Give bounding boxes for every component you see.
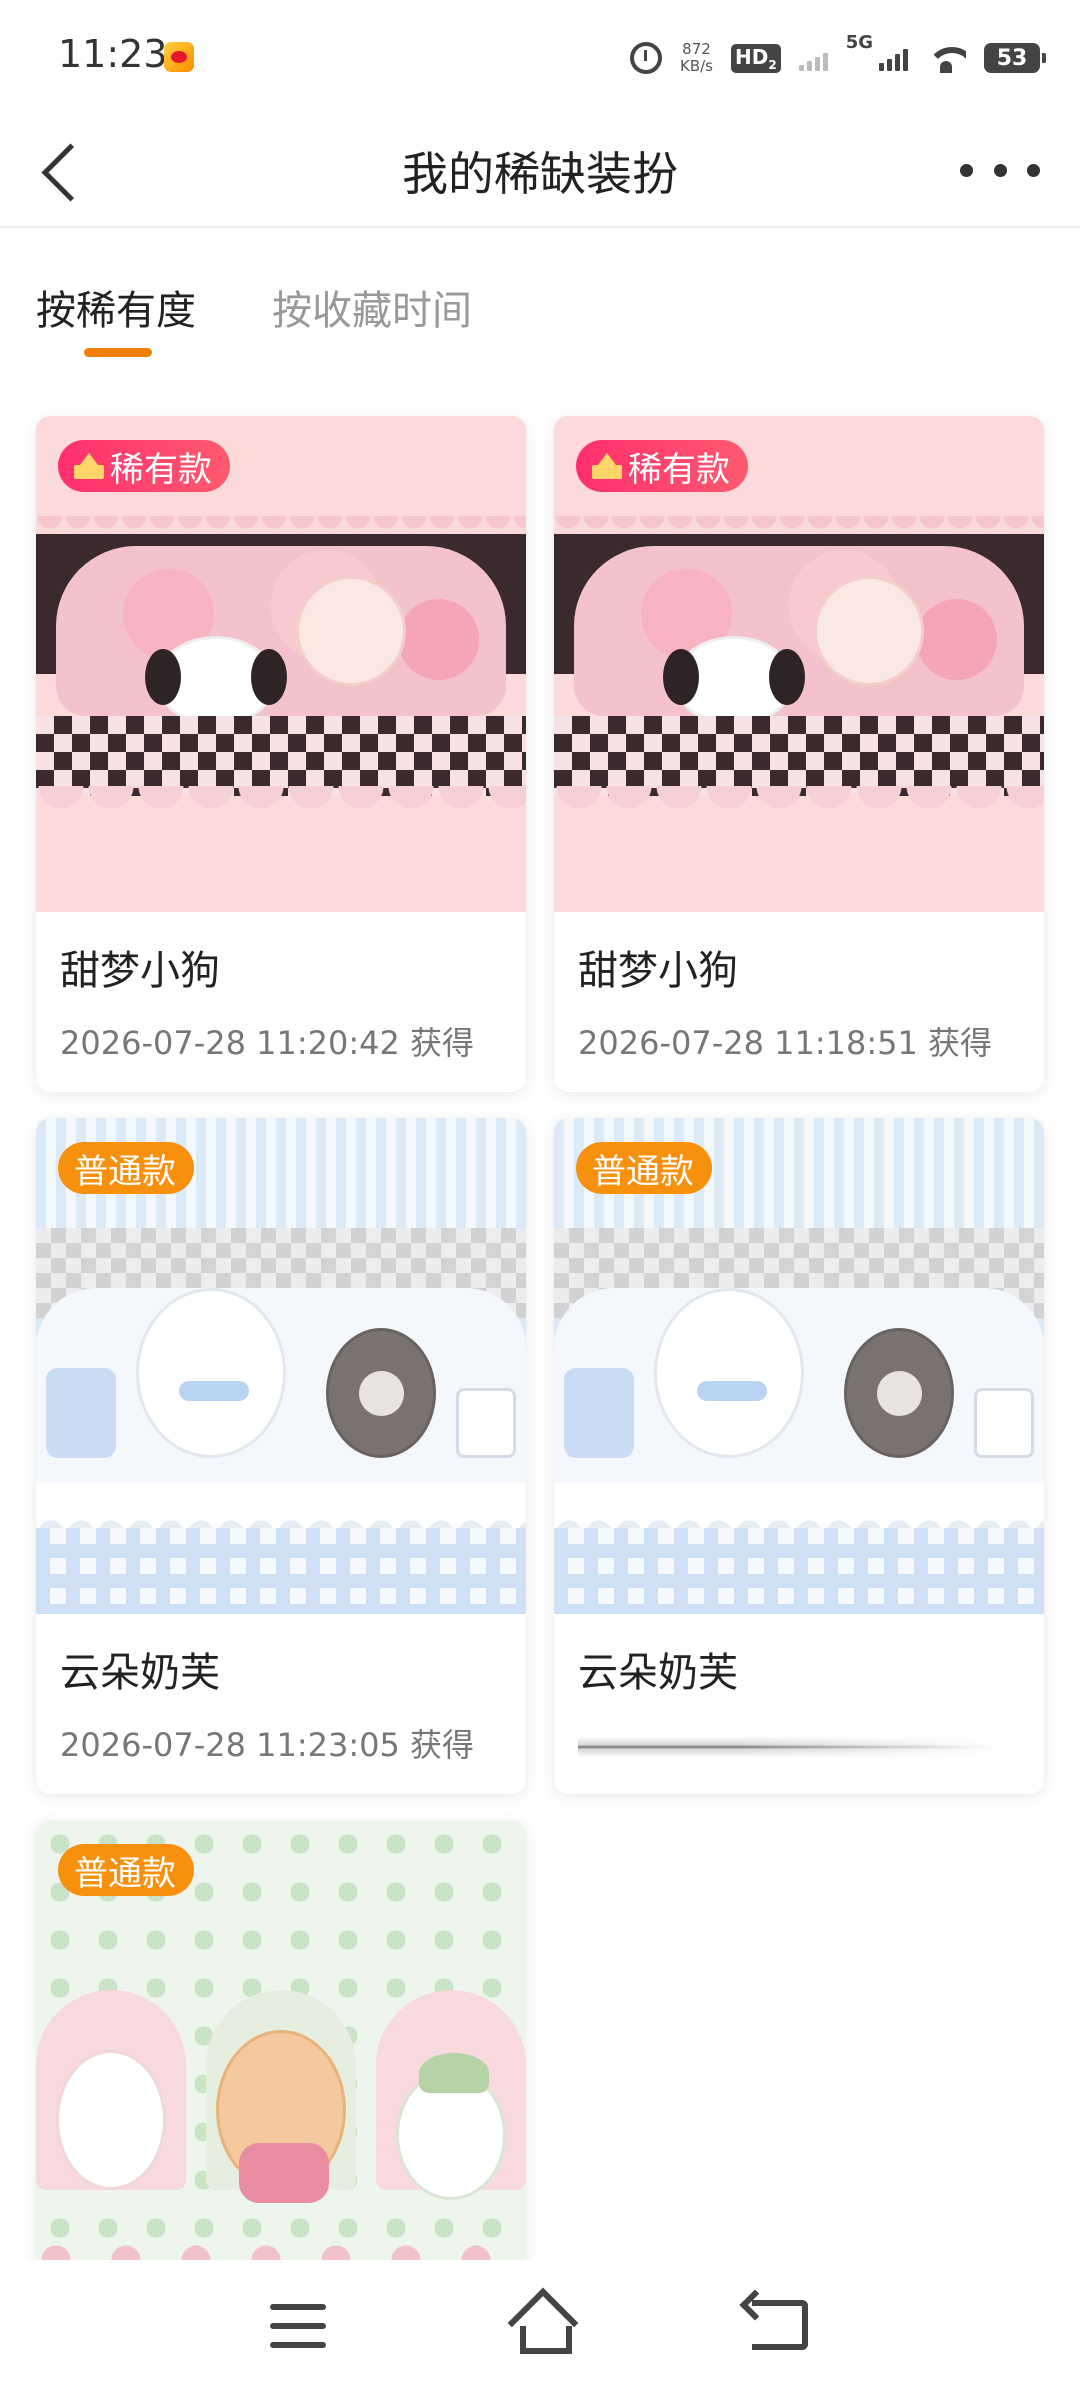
collection-card[interactable]: 稀有款 甜梦小狗 2026-07-28 11:20:42 获得 xyxy=(36,416,526,1092)
rarity-badge: 稀有款 xyxy=(58,440,230,492)
collection-card[interactable]: 普通款 云朵奶芙 xyxy=(554,1118,1044,1794)
home-icon[interactable] xyxy=(508,2292,572,2354)
card-acquired-time: 2026-07-28 11:20:42 获得 xyxy=(60,1024,475,1062)
badge-label: 普通款 xyxy=(74,1151,176,1192)
crown-icon xyxy=(74,453,104,479)
rarity-badge: 普通款 xyxy=(576,1142,712,1194)
status-time: 11:23 xyxy=(58,32,168,76)
status-bar: 11:23 872 KB/s HD2 5G 53 xyxy=(0,0,1080,110)
card-title: 甜梦小狗 xyxy=(60,948,220,994)
network-type: 5G xyxy=(845,32,873,53)
network-speed-value: 872 xyxy=(682,40,711,58)
card-title: 云朵奶芙 xyxy=(60,1650,220,1696)
badge-label: 稀有款 xyxy=(628,449,730,490)
wifi-icon xyxy=(926,43,966,73)
network-speed: 872 KB/s xyxy=(680,41,713,75)
tab-sort-by-collect-time[interactable]: 按收藏时间 xyxy=(272,278,472,336)
card-artwork: 普通款 xyxy=(554,1118,1044,1614)
hd-icon: HD2 xyxy=(730,43,781,73)
crown-icon xyxy=(592,453,622,479)
loading-placeholder xyxy=(578,1736,998,1758)
collection-card[interactable]: 普通款 xyxy=(36,1820,526,2270)
network-speed-unit: KB/s xyxy=(679,57,713,75)
alarm-icon xyxy=(629,42,662,74)
tab-sort-by-rarity[interactable]: 按稀有度 xyxy=(36,278,196,336)
card-artwork: 稀有款 xyxy=(36,416,526,912)
card-title: 甜梦小狗 xyxy=(578,948,738,994)
card-artwork: 稀有款 xyxy=(554,416,1044,912)
rarity-badge: 普通款 xyxy=(58,1844,194,1896)
collection-card[interactable]: 稀有款 甜梦小狗 2026-07-28 11:18:51 获得 xyxy=(554,416,1044,1092)
active-tab-indicator xyxy=(84,348,152,357)
menu-icon[interactable] xyxy=(270,2304,326,2348)
card-artwork: 普通款 xyxy=(36,1820,526,2270)
system-navigation-bar xyxy=(0,2260,1080,2388)
card-acquired-time: 2026-07-28 11:23:05 获得 xyxy=(60,1726,475,1764)
signal-sim2-icon xyxy=(879,45,908,71)
rarity-badge: 稀有款 xyxy=(576,440,748,492)
sort-tabs: 按稀有度 按收藏时间 xyxy=(36,278,472,357)
status-icons: 872 KB/s HD2 5G 53 xyxy=(629,32,1046,78)
app-header: 我的稀缺装扮 xyxy=(0,110,1080,228)
card-artwork: 普通款 xyxy=(36,1118,526,1614)
rarity-badge: 普通款 xyxy=(58,1142,194,1194)
card-title: 云朵奶芙 xyxy=(578,1650,738,1696)
badge-label: 普通款 xyxy=(74,1853,176,1894)
card-acquired-time: 2026-07-28 11:18:51 获得 xyxy=(578,1024,993,1062)
page-title: 我的稀缺装扮 xyxy=(402,147,678,201)
signal-sim1-icon xyxy=(798,45,828,71)
badge-label: 稀有款 xyxy=(110,449,212,490)
back-icon[interactable] xyxy=(752,2300,808,2350)
badge-label: 普通款 xyxy=(592,1151,694,1192)
collection-card[interactable]: 普通款 云朵奶芙 2026-07-28 11:23:05 获得 xyxy=(36,1118,526,1794)
weibo-notification-icon xyxy=(164,42,194,72)
more-options-icon[interactable] xyxy=(960,150,1040,190)
battery-icon: 53 xyxy=(984,43,1046,73)
